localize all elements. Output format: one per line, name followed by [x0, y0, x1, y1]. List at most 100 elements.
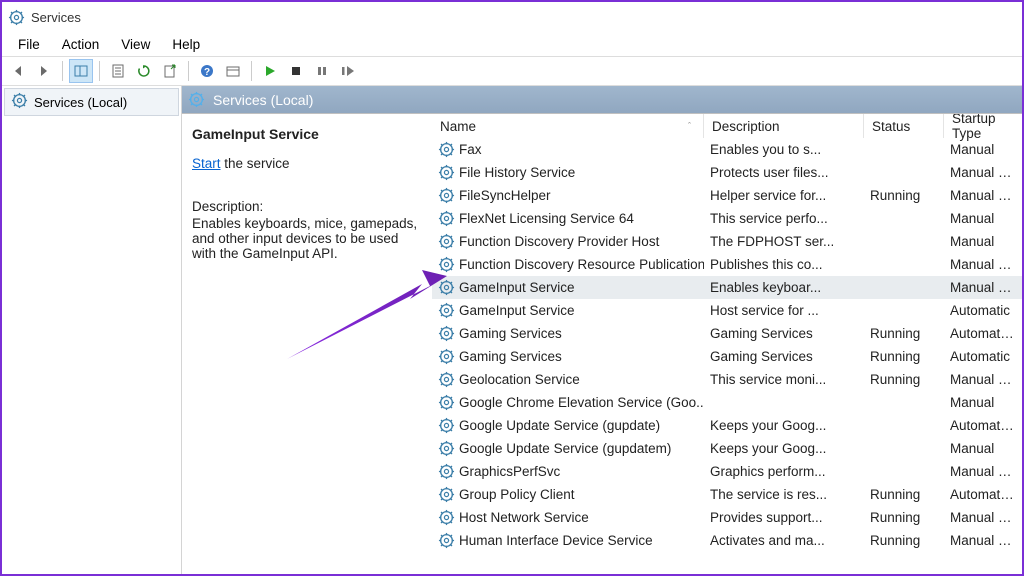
service-name: FileSyncHelper [459, 188, 551, 203]
service-description: The service is res... [704, 487, 864, 502]
service-startup-type: Manual (Trigg... [944, 372, 1022, 387]
service-startup-type: Manual [944, 142, 1022, 157]
gear-icon [438, 164, 455, 181]
service-row[interactable]: GraphicsPerfSvc Graphics perform... Manual… [432, 460, 1022, 483]
gear-icon [438, 187, 455, 204]
service-name: Gaming Services [459, 326, 562, 341]
service-name: Geolocation Service [459, 372, 580, 387]
refresh-button[interactable] [132, 59, 156, 83]
toolbar: ? [2, 56, 1022, 86]
service-name: Fax [459, 142, 482, 157]
menu-help[interactable]: Help [162, 35, 210, 54]
service-description: Gaming Services [704, 349, 864, 364]
column-status[interactable]: Status [864, 114, 944, 138]
gear-icon [438, 371, 455, 388]
start-service-button[interactable] [258, 59, 282, 83]
content-header: Services (Local) [182, 86, 1022, 114]
service-status: Running [864, 349, 944, 364]
service-startup-type: Manual (Trigg... [944, 280, 1022, 295]
stop-service-button[interactable] [284, 59, 308, 83]
start-service-link[interactable]: Start [192, 156, 221, 171]
service-startup-type: Manual (Trigg... [944, 464, 1022, 479]
service-status: Running [864, 326, 944, 341]
service-description: This service perfo... [704, 211, 864, 226]
export-list-button[interactable] [158, 59, 182, 83]
column-startup-type[interactable]: Startup Type [944, 114, 1022, 138]
menu-action[interactable]: Action [52, 35, 110, 54]
service-name: GraphicsPerfSvc [459, 464, 560, 479]
service-description: Enables you to s... [704, 142, 864, 157]
gear-icon [438, 256, 455, 273]
column-description[interactable]: Description [704, 114, 864, 138]
gear-icon [438, 279, 455, 296]
service-row[interactable]: Human Interface Device ServiceActivates … [432, 529, 1022, 552]
service-description: Graphics perform... [704, 464, 864, 479]
service-description: The FDPHOST ser... [704, 234, 864, 249]
tree-pane: Services (Local) [2, 86, 182, 574]
properties-button[interactable] [106, 59, 130, 83]
selected-service-title: GameInput Service [192, 126, 422, 142]
service-row[interactable]: Gaming ServicesGaming ServicesRunningAut… [432, 345, 1022, 368]
svg-text:?: ? [204, 67, 210, 78]
service-name: Host Network Service [459, 510, 589, 525]
service-description: Enables keyboar... [704, 280, 864, 295]
pause-service-button[interactable] [310, 59, 334, 83]
menu-file[interactable]: File [8, 35, 50, 54]
list-header: Nameˆ Description Status Startup Type [432, 114, 1022, 138]
service-name: Function Discovery Resource Publication [459, 257, 704, 272]
service-row[interactable]: Fax Enables you to s... Manual [432, 138, 1022, 161]
gear-icon [438, 210, 455, 227]
service-name: Google Chrome Elevation Service (Goo... [459, 395, 704, 410]
service-row[interactable]: Gaming ServicesGaming ServicesRunningAut… [432, 322, 1022, 345]
gear-icon [438, 394, 455, 411]
service-row[interactable]: Google Update Service (gupdate)Keeps you… [432, 414, 1022, 437]
service-row[interactable]: GameInput ServiceHost service for ...Aut… [432, 299, 1022, 322]
service-startup-type: Automatic (De... [944, 418, 1022, 433]
sort-indicator-icon: ˆ [688, 121, 695, 131]
service-row[interactable]: FlexNet Licensing Service 64 This service… [432, 207, 1022, 230]
service-description: Gaming Services [704, 326, 864, 341]
service-row[interactable]: Google Chrome Elevation Service (Goo...M… [432, 391, 1022, 414]
gear-icon [11, 92, 28, 112]
service-row[interactable]: File History ServiceProtects user files.… [432, 161, 1022, 184]
service-status: Running [864, 510, 944, 525]
service-status: Running [864, 188, 944, 203]
description-body: Enables keyboards, mice, gamepads, and o… [192, 216, 422, 261]
service-description: This service moni... [704, 372, 864, 387]
show-hide-tree-button[interactable] [69, 59, 93, 83]
back-button[interactable] [6, 59, 30, 83]
service-startup-type: Manual [944, 441, 1022, 456]
service-name: Function Discovery Provider Host [459, 234, 659, 249]
service-startup-type: Automatic [944, 349, 1022, 364]
gear-icon [438, 233, 455, 250]
gear-icon [188, 91, 205, 108]
gear-icon [438, 417, 455, 434]
tree-root-label: Services (Local) [34, 95, 127, 110]
view-button[interactable] [221, 59, 245, 83]
description-pane: GameInput Service Start the service Desc… [182, 114, 432, 574]
service-row[interactable]: FileSyncHelperHelper service for...Runni… [432, 184, 1022, 207]
service-startup-type: Manual (Trigg... [944, 188, 1022, 203]
forward-button[interactable] [32, 59, 56, 83]
help-button[interactable]: ? [195, 59, 219, 83]
service-row[interactable]: Group Policy ClientThe service is res...… [432, 483, 1022, 506]
service-row[interactable]: Host Network ServiceProvides support...R… [432, 506, 1022, 529]
column-name[interactable]: Nameˆ [432, 114, 704, 138]
window-title: Services [31, 10, 81, 25]
service-row[interactable]: Function Discovery Resource PublicationP… [432, 253, 1022, 276]
service-name: FlexNet Licensing Service 64 [459, 211, 634, 226]
gear-icon [438, 302, 455, 319]
service-row[interactable]: Function Discovery Provider Host The FDPH… [432, 230, 1022, 253]
service-startup-type: Automatic (Tri... [944, 487, 1022, 502]
service-row[interactable]: GameInput ServiceEnables keyboar...Manua… [432, 276, 1022, 299]
service-startup-type: Manual (Trigg... [944, 165, 1022, 180]
service-row[interactable]: Google Update Service (gupdatem)Keeps yo… [432, 437, 1022, 460]
gear-icon [438, 325, 455, 342]
tree-root-services-local[interactable]: Services (Local) [4, 88, 179, 116]
service-startup-type: Automatic [944, 303, 1022, 318]
service-startup-type: Manual (Trigg... [944, 510, 1022, 525]
menu-view[interactable]: View [111, 35, 160, 54]
service-row[interactable]: Geolocation ServiceThis service moni...R… [432, 368, 1022, 391]
restart-service-button[interactable] [336, 59, 360, 83]
service-startup-type: Manual (Trigg... [944, 257, 1022, 272]
